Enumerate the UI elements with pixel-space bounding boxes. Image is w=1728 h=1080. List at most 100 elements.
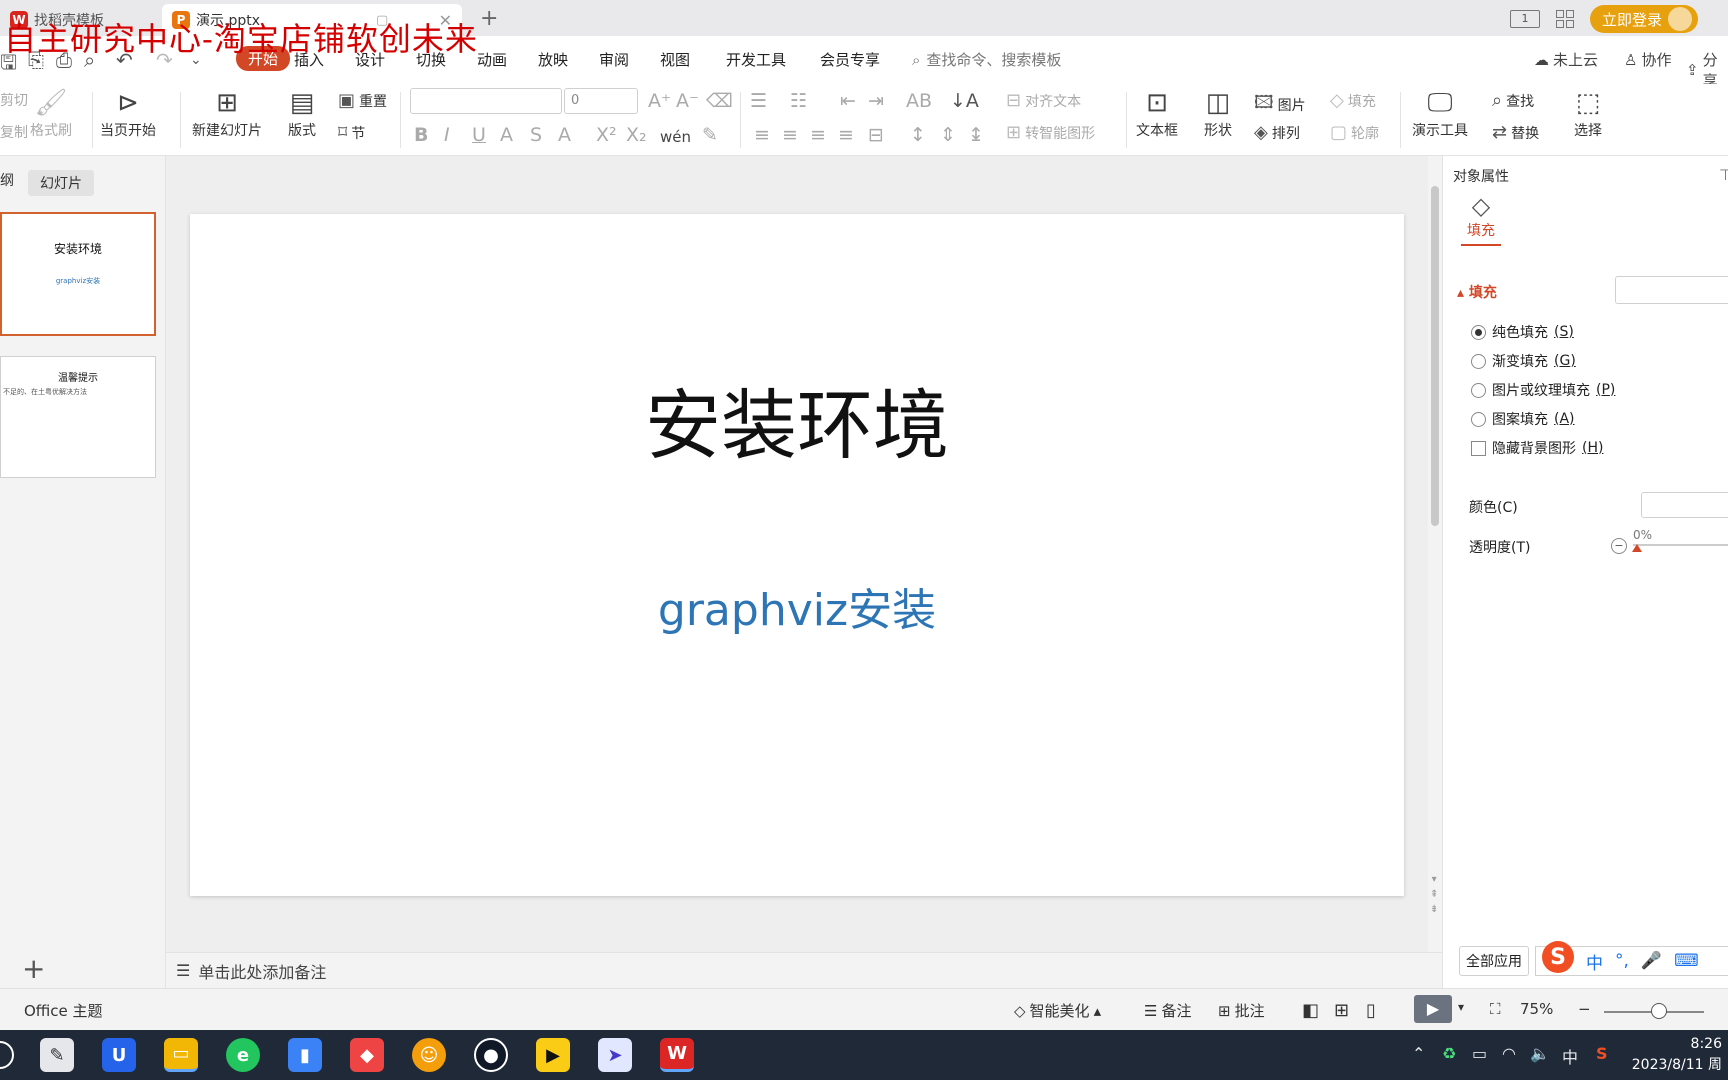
line-spacing-down-icon[interactable]: ⇕	[940, 124, 956, 146]
increase-indent-icon[interactable]: ⇥	[868, 90, 884, 112]
apps-grid-icon[interactable]	[1555, 10, 1574, 28]
browser-icon[interactable]: e	[226, 1038, 260, 1072]
system-clock[interactable]: 8:26 2023/8/11 周	[1632, 1034, 1722, 1076]
transparency-slider[interactable]	[1633, 544, 1728, 546]
zoom-slider-thumb[interactable]	[1651, 1003, 1667, 1019]
color-dropdown[interactable]	[1641, 492, 1728, 518]
slide-subtitle[interactable]: graphviz安装	[190, 574, 1404, 638]
menu-animation[interactable]: 动画	[477, 49, 507, 70]
italic-icon[interactable]: I	[444, 124, 450, 146]
collab-button[interactable]: ♙ 协作	[1624, 49, 1671, 70]
outline-button[interactable]: ▢ 轮廓	[1330, 122, 1379, 143]
ime-indicator[interactable]: 中	[1562, 1044, 1578, 1068]
slide-title[interactable]: 安装环境	[190, 364, 1404, 474]
font-family-select[interactable]	[410, 88, 562, 114]
hide-background-option[interactable]: 隐藏背景图形 (H)	[1471, 438, 1603, 458]
search-icon[interactable]	[0, 1041, 14, 1069]
picture-button[interactable]: 🖾 图片	[1254, 90, 1306, 120]
cloud-status[interactable]: ☁ 未上云	[1534, 49, 1598, 70]
paragraph-spacing-icon[interactable]: ↕	[910, 124, 926, 146]
select-button[interactable]: ⬚ 选择	[1574, 86, 1602, 140]
microphone-icon[interactable]: 🎤	[1641, 951, 1662, 971]
zoom-level[interactable]: 75%	[1520, 1000, 1553, 1018]
find-button[interactable]: ⌕ 查找	[1492, 90, 1534, 111]
fit-window-icon[interactable]: ⛶	[1490, 1000, 1501, 1018]
smartart-button[interactable]: ⊞ 转智能图形	[1006, 122, 1095, 143]
align-left-icon[interactable]: ≡	[754, 124, 770, 146]
justify-icon[interactable]: ≡	[838, 124, 854, 146]
volume-icon[interactable]: 🔈	[1530, 1044, 1550, 1063]
tab-outline[interactable]: 纲	[0, 170, 14, 190]
play-slideshow-button[interactable]: ▶	[1414, 995, 1452, 1023]
new-slide-button[interactable]: ⊞ 新建幻灯片	[192, 86, 262, 140]
normal-view-icon[interactable]: ◧	[1302, 1000, 1319, 1021]
menu-slideshow[interactable]: 放映	[538, 49, 568, 70]
shape-button[interactable]: ◫ 形状	[1204, 86, 1232, 140]
menu-view[interactable]: 视图	[660, 49, 690, 70]
bold-icon[interactable]: B	[414, 124, 428, 146]
ime-lang[interactable]: 中	[1586, 949, 1603, 974]
game-icon[interactable]: ☺	[412, 1038, 446, 1072]
arrange-button[interactable]: ◈ 排列	[1254, 122, 1300, 143]
beautify-button[interactable]: ◇ 智能美化 ▴	[1014, 1000, 1101, 1021]
tab-fill[interactable]: ◇ 填充	[1461, 192, 1501, 246]
line-spacing-icon[interactable]: ↓A	[950, 90, 979, 112]
highlight-icon[interactable]: ✎	[702, 124, 718, 146]
reset-button[interactable]: ▣ 重置	[338, 90, 387, 111]
font-size-select[interactable]: 0	[564, 88, 638, 114]
menu-developer[interactable]: 开发工具	[726, 49, 786, 70]
command-search[interactable]: ⌕ 查找命令、搜索模板	[912, 49, 1061, 70]
gradient-fill-option[interactable]: 渐变填充 (G)	[1471, 351, 1576, 371]
new-tab-button[interactable]: +	[480, 6, 498, 31]
play-from-current-button[interactable]: ⊳ 当页开始	[100, 86, 156, 140]
feishu-icon[interactable]: ➤	[598, 1038, 632, 1072]
chevron-up-icon[interactable]: ⌃	[1412, 1044, 1425, 1063]
book-icon[interactable]: ▮	[288, 1038, 322, 1072]
picture-fill-option[interactable]: 图片或纹理填充 (P)	[1471, 380, 1615, 400]
minus-icon[interactable]: −	[1611, 538, 1627, 554]
notes-area[interactable]: ☰ 单击此处添加备注	[166, 952, 1442, 988]
zoom-out-icon[interactable]: −	[1578, 1000, 1591, 1018]
layout-button[interactable]: ▤ 版式	[288, 86, 316, 140]
spacing-options-icon[interactable]: ↨	[968, 124, 984, 146]
comments-toggle[interactable]: ⊞ 批注	[1218, 1000, 1265, 1021]
file-explorer-icon[interactable]: ▭	[164, 1038, 198, 1072]
checkbox[interactable]	[1471, 440, 1486, 456]
pattern-fill-option[interactable]: 图案填充 (A)	[1471, 409, 1575, 429]
scroll-arrows[interactable]: ▾ ⇞ ⇟	[1430, 872, 1438, 917]
superscript-icon[interactable]: X²	[596, 124, 617, 146]
fill-type-dropdown[interactable]	[1615, 276, 1728, 304]
pin-icon[interactable]: ⊤	[1719, 166, 1728, 184]
slide-sorter-icon[interactable]: ⊞	[1334, 1000, 1349, 1021]
current-slide[interactable]: 安装环境 graphviz安装	[190, 214, 1404, 896]
menu-member[interactable]: 会员专享	[820, 49, 880, 70]
copy-button[interactable]: 复制	[0, 122, 28, 142]
keyboard-icon[interactable]: ⌨	[1674, 951, 1699, 971]
radio[interactable]	[1471, 411, 1486, 427]
radio[interactable]	[1471, 353, 1486, 369]
phonetic-icon[interactable]: wén	[660, 128, 691, 146]
demo-tools-button[interactable]: 🖵 演示工具	[1412, 86, 1468, 140]
wps-icon[interactable]: W	[660, 1038, 694, 1072]
fill-button[interactable]: ◇ 填充	[1330, 90, 1376, 111]
text-direction-icon[interactable]: AB	[906, 90, 932, 112]
solid-fill-option[interactable]: 纯色填充 (S)	[1471, 322, 1574, 342]
ime-toolbar[interactable]: S 中 °, 🎤 ⌨	[1535, 941, 1728, 976]
grow-font-icon[interactable]: A⁺	[648, 90, 671, 112]
radio-checked[interactable]	[1471, 324, 1486, 340]
scrollbar-thumb[interactable]	[1431, 186, 1439, 526]
underline-icon[interactable]: U	[472, 124, 486, 146]
player-icon[interactable]: ▶	[536, 1038, 570, 1072]
login-button[interactable]: 立即登录	[1589, 5, 1698, 33]
align-right-icon[interactable]: ≡	[810, 124, 826, 146]
notes-toggle[interactable]: ☰ 备注	[1144, 1000, 1191, 1021]
font-color-icon[interactable]: A	[558, 124, 571, 146]
menu-review[interactable]: 审阅	[599, 49, 629, 70]
reading-view-icon[interactable]: ▯	[1366, 1000, 1376, 1021]
ime-punct[interactable]: °,	[1615, 951, 1629, 971]
apply-all-button[interactable]: 全部应用	[1459, 946, 1529, 976]
format-painter-button[interactable]: 🖌 格式刷	[30, 86, 72, 140]
replace-button[interactable]: ⇄ 替换	[1492, 122, 1539, 143]
props-title[interactable]: 对象属性	[1453, 166, 1509, 186]
git-icon[interactable]: ◆	[350, 1038, 384, 1072]
